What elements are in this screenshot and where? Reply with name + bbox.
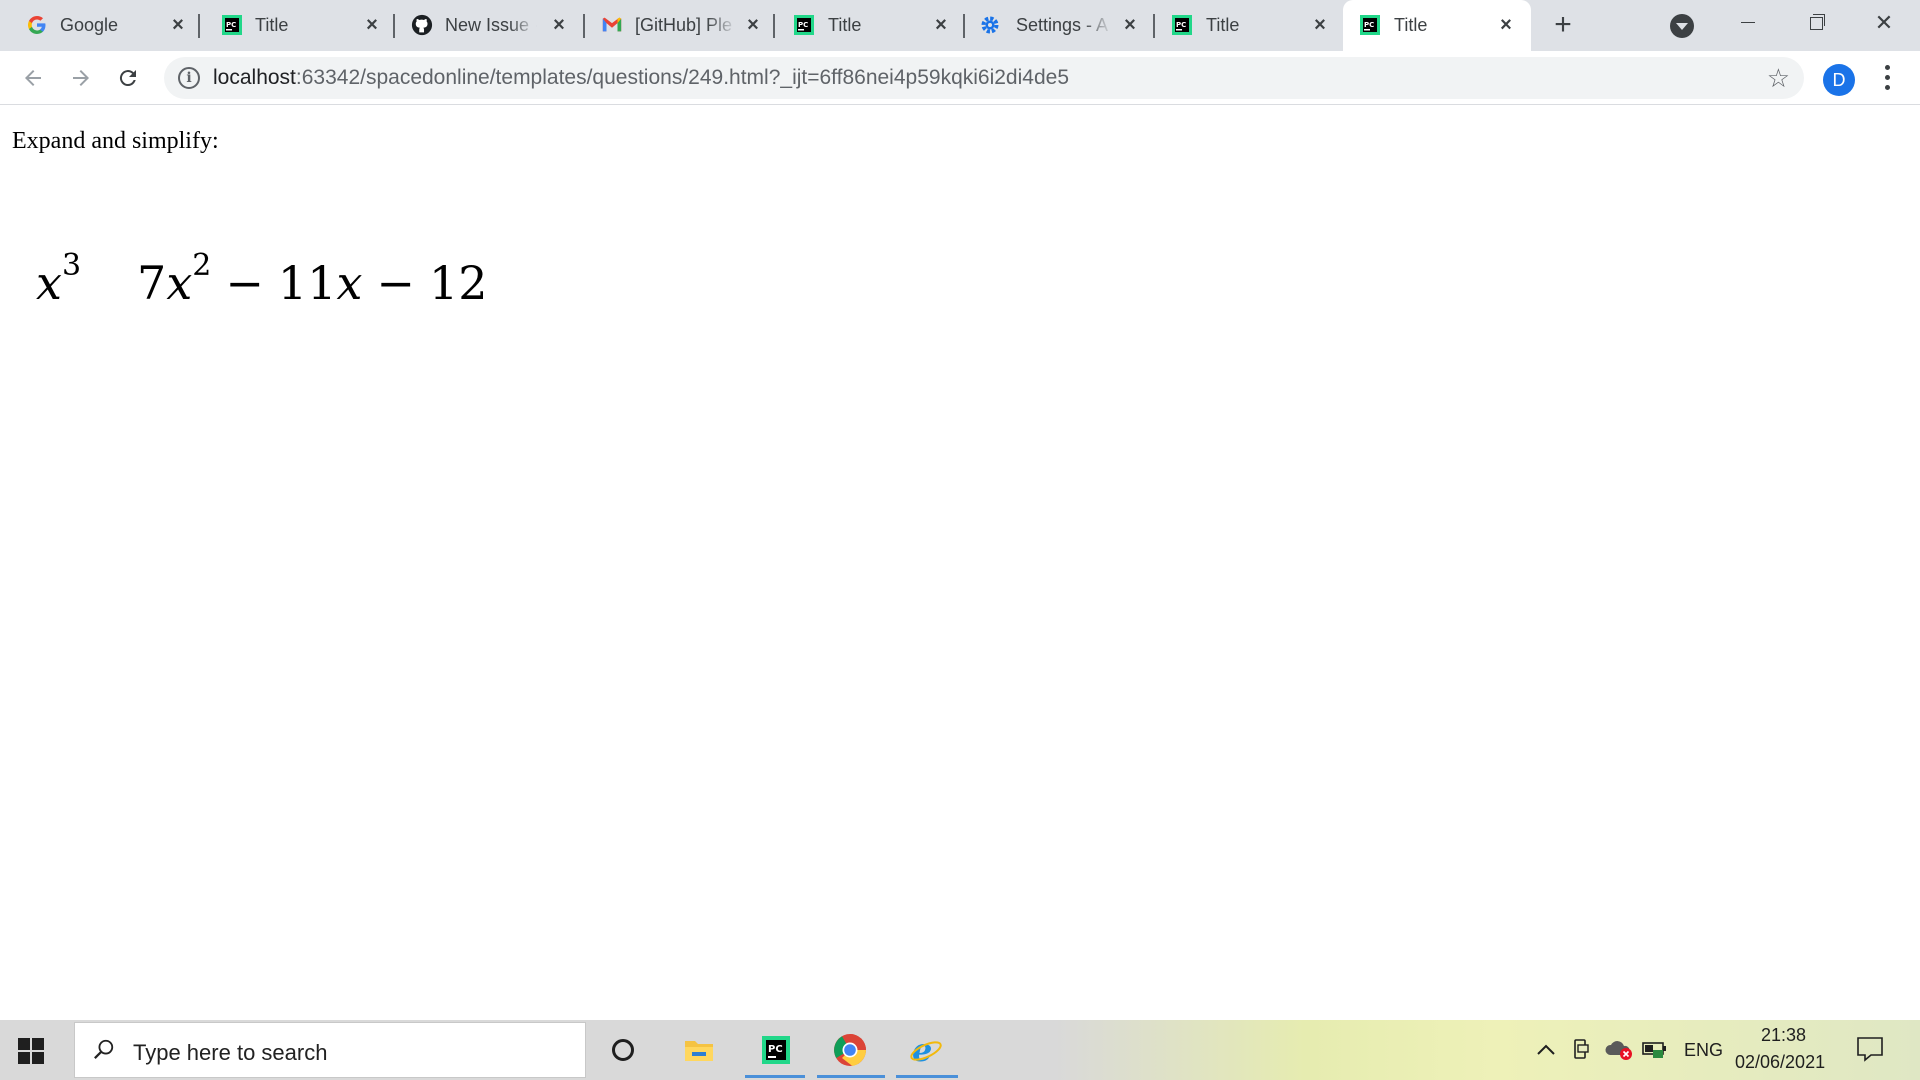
gear-icon [979,14,1001,36]
math-exponent-1: 2 [192,248,212,283]
internet-explorer-icon[interactable]: e [896,1030,958,1078]
math-operator-2: − [376,256,415,310]
close-icon[interactable]: × [1494,13,1518,37]
tab-title-active[interactable]: PC Title × [1343,0,1531,51]
show-hidden-icons[interactable] [1536,1034,1556,1064]
file-explorer-icon[interactable] [679,1030,719,1070]
tab-label: Title [1394,15,1428,35]
google-icon [26,14,48,36]
question-prompt: Expand and simplify: [12,128,219,154]
pycharm-icon: PC [221,14,243,36]
reload-icon [119,70,136,87]
taskbar-search[interactable]: Type here to search [74,1022,586,1078]
clock-date[interactable]: 02/06/2021 [1735,1052,1825,1073]
math-var-1: x [166,256,193,310]
tab-label: Title [1206,15,1240,35]
profile-avatar[interactable]: D [1823,64,1855,96]
tab-settings[interactable]: Settings - A × [965,0,1155,51]
tab-label: New Issue · [445,15,537,35]
svg-text:PC: PC [226,21,236,29]
svg-text:PC: PC [798,21,808,29]
tab-label: Settings - A [1016,15,1109,35]
math-left-exponent: 3 [61,248,82,283]
menu-icon[interactable] [1877,65,1897,95]
tab-title-1[interactable]: PC Title × [205,0,395,51]
pycharm-icon: PC [1171,14,1193,36]
chevron-up-icon [1537,1044,1555,1055]
restore-button[interactable] [1796,8,1836,38]
tab-separator [198,14,200,38]
meet-now-icon[interactable] [1572,1034,1592,1064]
pycharm-icon: PC [1359,14,1381,36]
taskbar: Type here to search PC e ENG 21:38 02/06… [0,1020,1920,1080]
browser-toolbar: i localhost:63342/spacedonline/templates… [0,51,1920,105]
chrome-icon[interactable] [817,1030,885,1078]
arrow-right-icon [73,70,89,86]
search-placeholder: Type here to search [133,1040,328,1065]
gmail-icon [601,14,623,36]
language-indicator[interactable]: ENG [1684,1040,1723,1061]
address-url[interactable]: localhost:63342/spacedonline/templates/q… [213,67,1069,89]
url-path: :63342/spacedonline/templates/questions/… [295,66,1069,89]
close-icon[interactable]: × [741,13,765,37]
tab-label: Title [255,15,289,35]
clock-time[interactable]: 21:38 [1761,1025,1806,1046]
search-icon [94,1039,114,1059]
math-left-var: x [36,256,62,310]
tab-title-3[interactable]: PC Title × [1155,0,1343,51]
close-icon[interactable]: × [360,13,384,37]
active-indicator [817,1075,885,1078]
active-indicator [745,1075,805,1078]
close-icon[interactable]: × [166,13,190,37]
page-content: Expand and simplify: x3 7x2−11x −12 [0,106,1920,1020]
notifications-icon[interactable] [1856,1034,1884,1064]
forward-button[interactable] [64,61,98,95]
github-icon [411,14,433,36]
tab-new-issue[interactable]: New Issue · × [395,0,585,51]
close-window-button[interactable]: ✕ [1864,8,1904,38]
tab-title-2[interactable]: PC Title × [775,0,965,51]
windows-start-icon[interactable] [18,1038,44,1064]
cortana-icon[interactable] [603,1030,643,1070]
tab-gmail[interactable]: [GitHub] Ple × [585,0,775,51]
math-operator-1: − [225,256,264,310]
svg-text:PC: PC [1364,21,1374,29]
math-var-2: x [336,256,363,310]
pycharm-taskbar-icon[interactable]: PC [745,1030,805,1078]
math-expression: x3 7x2−11x −12 [36,248,488,310]
tab-label: Google [60,15,119,35]
onedrive-error-icon[interactable] [1604,1034,1634,1064]
battery-icon[interactable] [1642,1034,1668,1064]
star-icon[interactable]: ☆ [1767,64,1790,92]
arrow-left-icon [25,70,41,86]
reload-button[interactable] [111,61,145,95]
svg-text:PC: PC [768,1044,783,1055]
close-icon[interactable]: × [929,13,953,37]
pycharm-icon: PC [793,14,815,36]
active-indicator [896,1075,958,1078]
tab-label: [GitHub] Ple [635,15,733,35]
close-icon[interactable]: × [1308,13,1332,37]
tab-search-icon[interactable] [1670,14,1694,38]
math-coefficient-2: 11 [277,256,337,310]
close-icon[interactable]: × [1118,13,1142,37]
tab-strip: Google × PC Title × New Issue · × [GitHu… [0,0,1920,51]
new-tab-button[interactable]: + [1548,10,1578,40]
back-button[interactable] [16,61,50,95]
minimize-button[interactable] [1728,8,1768,38]
url-host: localhost [213,66,296,89]
svg-text:PC: PC [1176,21,1186,29]
tab-label: Title [828,15,862,35]
math-constant: 12 [428,256,488,310]
info-icon[interactable]: i [178,67,200,89]
close-icon[interactable]: × [547,13,571,37]
tab-google[interactable]: Google × [10,0,200,51]
address-bar[interactable]: i localhost:63342/spacedonline/templates… [164,57,1804,99]
math-coefficient-1: 7 [137,256,167,310]
